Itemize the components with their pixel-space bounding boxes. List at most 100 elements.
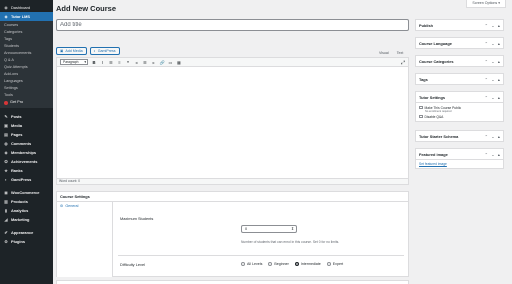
radio-beginner[interactable]: Beginner [268,262,289,266]
box-controls-icon[interactable]: ⌃ ⌄ ▴ [485,41,501,46]
sidebar-item-plugins[interactable]: ⚙ Plugins [0,237,53,246]
difficulty-radio-group: All Levels Beginner Intermediate Expert [241,262,343,266]
submenu-settings[interactable]: Settings [0,85,53,92]
products-icon: ▥ [4,198,8,204]
course-categories-box[interactable]: Course Categories ⌃ ⌄ ▴ [415,55,504,67]
numbered-list-icon[interactable]: ≡ [117,60,122,65]
bullet-list-icon[interactable]: ☰ [109,60,114,65]
radio-expert[interactable]: Expert [326,262,343,266]
gamipress-icon: ◐ [93,49,96,53]
radio-icon [241,262,245,266]
media-icon: ▣ [4,122,8,128]
sidebar-item-memberships[interactable]: ◈ Memberships [0,148,53,157]
submenu-languages[interactable]: Languages [0,78,53,85]
tab-general[interactable]: ⚙ General [57,202,112,210]
set-featured-image-link[interactable]: Set featured image [419,162,447,166]
submenu-students[interactable]: Students [0,43,53,50]
radio-intermediate[interactable]: Intermediate [294,262,321,266]
tutor-icon: ◆ [4,13,8,19]
submenu-categories[interactable]: Categories [0,29,53,36]
sidebar-item-pages[interactable]: ▤ Pages [0,130,53,139]
align-left-icon[interactable]: ⫷ [134,60,139,65]
sidebar-item-gamipress[interactable]: ◐ GamiPress [0,175,53,184]
toolbar-toggle-icon[interactable]: ▦ [177,60,182,65]
tutor-starter-schema-box[interactable]: Tutor Starter Schema ⌃ ⌄ ▴ [415,130,504,142]
sidebar-item-appearance[interactable]: ✐ Appearance [0,228,53,237]
checkbox-icon [419,114,423,119]
box-controls-icon[interactable]: ⌃ ⌄ ▴ [485,152,501,157]
max-students-input[interactable]: 0 ⇕ [241,225,297,233]
sidebar-item-analytics[interactable]: ▮ Analytics [0,206,53,215]
submenu-quiz-attempts[interactable]: Quiz Attempts [0,64,53,71]
radio-all-levels[interactable]: All Levels [241,262,262,266]
box-controls-icon[interactable]: ⌃ ⌄ ▴ [485,59,501,64]
box-title: Course Categories [419,58,454,64]
checkbox-icon [419,105,423,110]
checkbox-label: Make This Course Public [424,105,462,110]
align-right-icon[interactable]: ⫸ [151,60,156,65]
box-controls-icon[interactable]: ⌃ ⌄ ▴ [485,77,501,82]
sidebar-item-label: Memberships [11,150,37,155]
sidebar-item-comments[interactable]: ◍ Comments [0,139,53,148]
submenu-announcements[interactable]: Announcements [0,50,53,57]
tab-general-label: General [65,204,79,208]
submenu-label: Get Pro [10,100,24,104]
tab-visual[interactable]: Visual [379,51,389,55]
content-editor[interactable]: Paragraph ▾ B I ☰ ≡ ❝ ⫷ ☰ ⫸ 🔗 ▭ ▦ ⤢ Word… [56,57,409,185]
radio-label: Beginner [274,262,289,266]
admin-sidebar: ◉ Dashboard ◆ Tutor LMS Courses Categori… [0,0,53,284]
submenu-add-ons[interactable]: Add-ons [0,71,53,78]
sidebar-item-marketing[interactable]: ◢ Marketing [0,215,53,224]
sidebar-item-tutor-lms[interactable]: ◆ Tutor LMS [0,12,53,21]
disable-qa-checkbox[interactable]: Disable Q&A [419,114,500,119]
bold-icon[interactable]: B [92,60,97,65]
sidebar-item-dashboard[interactable]: ◉ Dashboard [0,3,53,12]
box-controls-icon[interactable]: ⌃ ⌄ ▴ [485,134,501,139]
radio-label: All Levels [247,262,263,266]
sidebar-item-media[interactable]: ▣ Media [0,121,53,130]
tutor-submenu: Courses Categories Tags Students Announc… [0,21,53,108]
tutor-settings-body: Make This Course Public No enrollment re… [416,102,503,121]
dashboard-icon: ◉ [4,4,8,10]
course-language-box[interactable]: Course Language ⌃ ⌄ ▴ [415,37,504,49]
media-buttons: ▣ Add Media ◐ GamiPress [56,47,120,55]
sidebar-item-achievements[interactable]: ✪ Achievements [0,157,53,166]
tab-text[interactable]: Text [397,51,404,55]
box-controls-icon[interactable]: ⌃ ⌄ ▴ [485,95,501,100]
tutor-settings-box: Tutor Settings ⌃ ⌄ ▴ Make This Course Pub… [415,91,504,122]
submenu-tags[interactable]: Tags [0,36,53,43]
box-controls-icon[interactable]: ⌃ ⌄ ▴ [485,23,501,28]
sidebar-item-products[interactable]: ▥ Products [0,197,53,206]
word-count: Word count: 0 [57,178,408,184]
course-title-input[interactable] [56,19,409,31]
italic-icon[interactable]: I [100,60,105,65]
sidebar-item-label: Ranks [11,168,23,173]
submenu-tools[interactable]: Tools [0,92,53,99]
gamipress-button[interactable]: ◐ GamiPress [89,47,120,55]
radio-icon [326,262,331,266]
sidebar-item-woocommerce[interactable]: ◼ WooCommerce [0,188,53,197]
screen-options-button[interactable]: Screen Options ▾ [466,0,506,8]
course-settings-body: Maximum Students 0 ⇕ Number of students … [114,202,408,277]
pin-icon: ✎ [4,113,8,119]
sidebar-item-label: GamiPress [11,177,32,182]
align-center-icon[interactable]: ☰ [143,60,148,65]
publish-box[interactable]: Publish ⌃ ⌄ ▴ [415,19,504,31]
sidebar-item-ranks[interactable]: ★ Ranks [0,166,53,175]
main-content: Add New Course Screen Options ▾ ▣ Add Me… [53,0,512,284]
format-select[interactable]: Paragraph ▾ [60,59,88,65]
stepper-icon: ⇕ [290,227,294,231]
submenu-qa[interactable]: Q & A [0,57,53,64]
add-media-button[interactable]: ▣ Add Media [56,47,87,55]
course-settings-nav: ⚙ General [57,202,113,277]
submenu-courses[interactable]: Courses [0,22,53,29]
sidebar-item-posts[interactable]: ✎ Posts [0,112,53,121]
tags-box[interactable]: Tags ⌃ ⌄ ▴ [415,73,504,85]
read-more-icon[interactable]: ▭ [168,60,173,65]
link-icon[interactable]: 🔗 [160,60,165,65]
fullscreen-icon[interactable]: ⤢ [401,60,405,66]
course-settings-title: Course Settings [57,192,408,202]
blockquote-icon[interactable]: ❝ [126,60,131,65]
sidebar-item-label: Pages [11,132,23,137]
submenu-get-pro[interactable]: Get Pro [0,99,53,106]
